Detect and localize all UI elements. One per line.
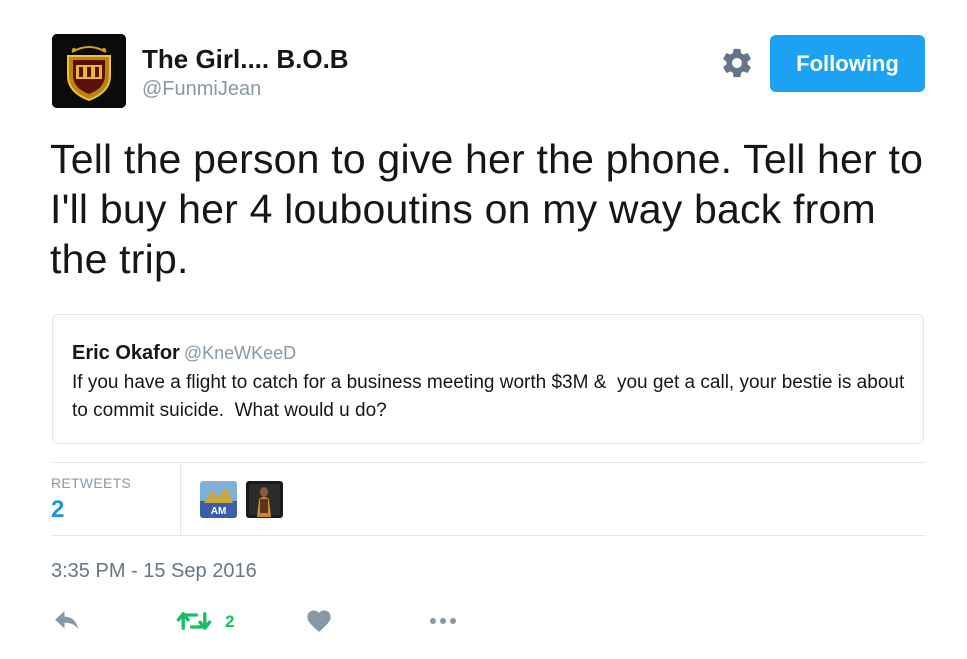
retweet-icon [176,612,212,640]
stats-separator [180,463,181,535]
more-icon [428,618,460,640]
author-display-name[interactable]: The Girl.... B.O.B [142,44,349,75]
retweeter-avatar[interactable]: AM [200,481,237,518]
author-avatar[interactable] [52,34,126,108]
quoted-tweet-header: Eric Okafor @KneWKeeD [72,342,296,365]
following-button[interactable]: Following [770,35,925,92]
tweet-timestamp[interactable]: 3:35 PM - 15 Sep 2016 [51,560,257,583]
tweet-text: Tell the person to give her the phone. T… [50,136,924,282]
quoted-tweet[interactable]: Eric Okafor @KneWKeeD If you have a fligh… [52,314,924,444]
stats-bottom-divider [52,535,926,536]
retweet-action-count[interactable]: 2 [225,612,234,632]
author-handle[interactable]: @FunmiJean [142,78,261,101]
retweeter-avatar[interactable] [246,481,283,518]
quoted-tweet-handle: @KneWKeeD [183,343,297,363]
reply-icon [52,611,82,640]
like-button[interactable] [305,606,333,636]
like-icon [305,610,333,640]
retweets-label: RETWEETS [51,475,132,491]
quoted-tweet-display-name: Eric Okafor [72,342,180,364]
reply-button[interactable] [52,606,82,636]
quoted-tweet-text: If you have a flight to catch for a busi… [72,372,910,421]
stats-top-divider [52,462,926,463]
gear-icon[interactable] [720,46,754,80]
retweet-button[interactable] [176,606,212,636]
retweets-count[interactable]: 2 [51,496,64,524]
svg-text:AM: AM [211,506,227,517]
tweet-card: The Girl.... B.O.B @FunmiJean Following … [0,0,967,659]
more-button[interactable] [428,606,460,636]
